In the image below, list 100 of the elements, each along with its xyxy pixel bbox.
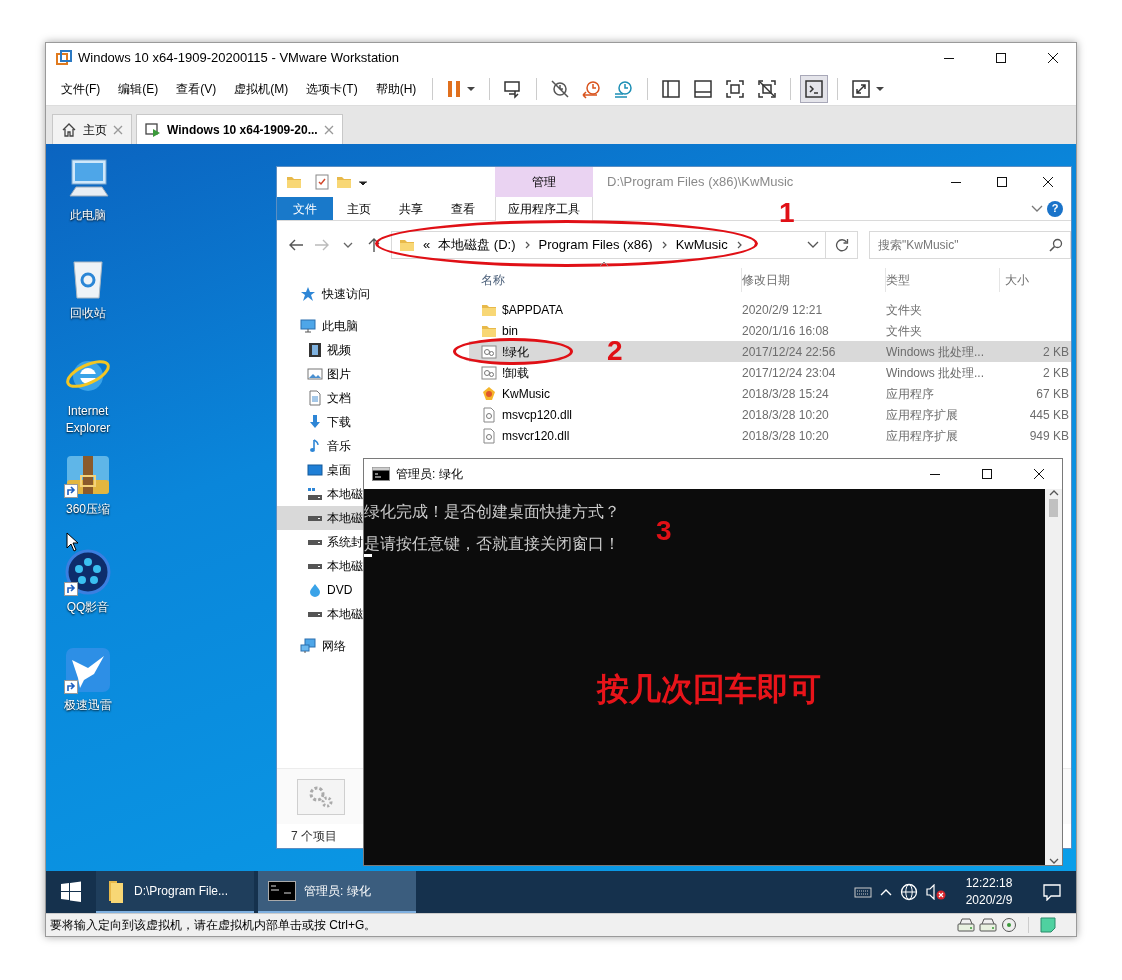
file-name: msvcp120.dll	[502, 406, 573, 424]
column-header[interactable]: 修改日期	[742, 268, 886, 292]
taskbar-app[interactable]: 管理员: 绿化	[258, 871, 416, 913]
drive-icon	[307, 562, 323, 570]
file-date: 2018/3/28 15:24	[742, 385, 830, 403]
icon-label[interactable]: 360压缩	[66, 501, 110, 518]
column-header[interactable]: 大小	[1000, 268, 1071, 292]
file-row[interactable]: KwMusic 2018/3/28 15:24 应用程序 67 KB	[469, 383, 1071, 404]
nav-item[interactable]: DVD	[277, 578, 363, 602]
ribbon-tab[interactable]: 应用程序工具	[495, 197, 593, 221]
console-view-button[interactable]	[800, 75, 829, 103]
file-date: 2020/1/16 16:08	[742, 322, 830, 340]
nav-item[interactable]: 图片	[277, 362, 363, 386]
column-header[interactable]: 类型	[886, 268, 1000, 292]
nav-item[interactable]: 网络	[277, 634, 346, 658]
scrollbar[interactable]	[1045, 489, 1062, 865]
console-icon	[268, 881, 296, 901]
help-icon[interactable]: ?	[1047, 200, 1063, 217]
icon-label[interactable]: 此电脑	[70, 207, 106, 224]
taskbar-app[interactable]: D:\Program File...	[96, 871, 254, 913]
icon-label[interactable]: QQ影音	[66, 599, 110, 616]
file-date: 2017/12/24 22:56	[742, 343, 837, 361]
computer-icon	[300, 318, 316, 334]
file-type: 文件夹	[886, 322, 923, 340]
nav-item[interactable]: 此电脑	[277, 314, 358, 338]
checklist-icon	[314, 174, 330, 190]
caret-icon	[875, 85, 886, 93]
nav-item[interactable]: 文档	[277, 386, 363, 410]
hard-disk-icon[interactable]	[979, 917, 997, 933]
crossed-window-icon	[757, 79, 778, 99]
file-row[interactable]: !绿化 2 2017/12/24 22:56 Windows 批处理... 2 KB	[469, 341, 1071, 362]
nav-item[interactable]: 系统封	[277, 530, 363, 554]
scroll-thumb[interactable]	[1049, 499, 1058, 517]
breadcrumb[interactable]: 本地磁盘 (D:)	[438, 235, 516, 255]
nav-item[interactable]: 本地磁	[277, 554, 363, 578]
nav-item[interactable]: 快速访问	[277, 282, 370, 306]
drive-icon	[307, 514, 323, 522]
column-header[interactable]: 名称	[481, 268, 742, 292]
dropdown-caret-icon[interactable]	[807, 241, 819, 249]
scroll-down-icon[interactable]	[1048, 857, 1059, 865]
address-bar[interactable]: « 本地磁盘 (D:) Program Files (x86) KwMusic	[391, 231, 826, 259]
document-icon	[307, 390, 323, 406]
refresh-button[interactable]	[826, 231, 858, 259]
menu-item[interactable]: 选项卡(T)	[297, 76, 367, 102]
note-icon[interactable]	[1040, 917, 1056, 933]
file-row[interactable]: msvcr120.dll 2018/3/28 10:20 应用程序扩展 949 KB	[469, 425, 1071, 446]
nav-item[interactable]: 音乐	[277, 434, 363, 458]
expand-icon	[851, 79, 872, 99]
menu-item[interactable]: 虚拟机(M)	[225, 76, 298, 102]
icon-label[interactable]: 极速迅雷	[64, 697, 112, 714]
chevron-right-icon[interactable]	[735, 241, 743, 249]
item-count: 7 个项目	[291, 828, 337, 845]
icon-label[interactable]: 回收站	[70, 305, 106, 322]
nav-item[interactable]: 本地磁	[277, 482, 363, 506]
chevron-down-icon[interactable]	[1031, 204, 1043, 213]
scroll-up-icon[interactable]	[1048, 489, 1059, 497]
keyboard-icon[interactable]	[854, 885, 872, 899]
breadcrumb[interactable]: Program Files (x86)	[538, 235, 653, 255]
disc-icon[interactable]	[1001, 917, 1017, 933]
ribbon-tab[interactable]: 查看	[437, 197, 489, 220]
file-size: 445 KB	[1029, 407, 1069, 422]
menu-item[interactable]: 文件(F)	[52, 76, 110, 102]
caret-icon[interactable]	[358, 178, 368, 186]
gear-window-icon	[481, 343, 497, 360]
drive-icon	[307, 538, 323, 546]
ribbon-tab[interactable]: 共享	[385, 197, 437, 220]
chevron-up-icon[interactable]	[880, 888, 892, 896]
nav-item[interactable]: 本地磁	[277, 602, 363, 626]
breadcrumb[interactable]: KwMusic	[675, 235, 728, 255]
close-icon[interactable]	[113, 124, 123, 135]
tab[interactable]: Windows 10 x64-1909-20...	[136, 114, 343, 144]
nav-item[interactable]: 视频	[277, 338, 363, 362]
ribbon-tab[interactable]: 主页	[333, 197, 385, 220]
notification-icon	[1043, 883, 1061, 901]
nav-item[interactable]: 桌面	[277, 458, 363, 482]
nav-item[interactable]: 下载	[277, 410, 363, 434]
menu-item[interactable]: 编辑(E)	[109, 76, 168, 102]
chevron-right-icon[interactable]	[523, 241, 531, 249]
caret-icon	[343, 241, 353, 249]
close-icon[interactable]	[323, 124, 334, 135]
panel-left-icon	[661, 79, 682, 99]
hard-disk-icon[interactable]	[957, 917, 975, 933]
menu-item[interactable]: 查看(V)	[167, 76, 226, 102]
globe-icon[interactable]	[900, 883, 918, 901]
clock[interactable]: 12:22:18 2020/2/9	[954, 875, 1024, 909]
file-row[interactable]: $APPDATA 2020/2/9 12:21 文件夹	[469, 299, 1071, 320]
gear-document-icon	[481, 427, 497, 444]
file-row[interactable]: msvcp120.dll 2018/3/28 10:20 应用程序扩展 445 KB	[469, 404, 1071, 425]
window-title: D:\Program Files (x86)\KwMusic	[606, 173, 795, 192]
chevron-right-icon[interactable]	[660, 241, 668, 249]
ribbon-tab[interactable]: 文件	[277, 197, 333, 220]
overflow-chevrons[interactable]: «	[423, 235, 431, 255]
search-field[interactable]: 搜索"KwMusic"	[869, 231, 1071, 259]
menu-item[interactable]: 帮助(H)	[366, 76, 426, 102]
nav-item[interactable]: 本地磁	[277, 506, 363, 530]
tab[interactable]: 主页	[52, 114, 132, 144]
file-row[interactable]: !卸载 2017/12/24 23:04 Windows 批处理... 2 KB	[469, 362, 1071, 383]
icon-label[interactable]: Internet Explorer	[47, 403, 129, 437]
speaker-icon[interactable]	[926, 884, 946, 900]
file-size: 2 KB	[1043, 344, 1069, 359]
